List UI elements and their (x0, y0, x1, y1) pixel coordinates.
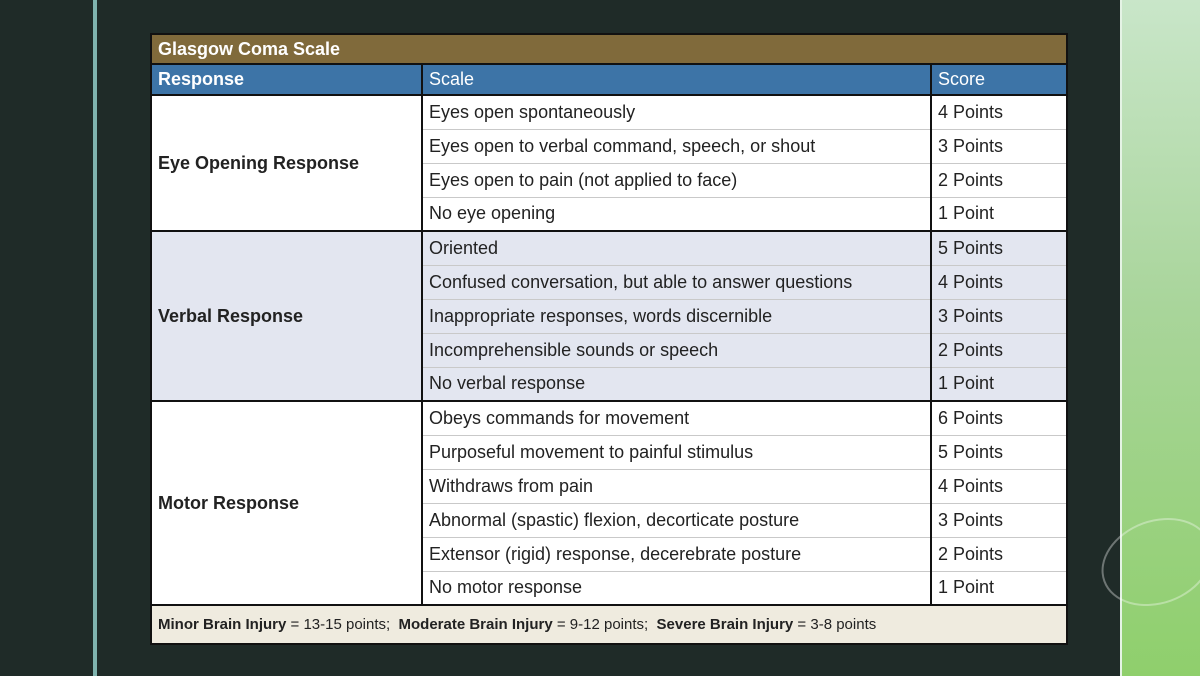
legend-moderate-label: Moderate Brain Injury (398, 616, 553, 633)
scale-cell: Oriented (421, 231, 931, 266)
scale-cell: Incomprehensible sounds or speech (421, 333, 931, 368)
left-accent-line (93, 0, 97, 676)
group-verbal: Verbal Response (151, 231, 422, 402)
group-motor: Motor Response (151, 401, 422, 606)
score-cell: 2 Points (930, 537, 1067, 572)
severity-legend: Minor Brain Injury = 13-15 points; Moder… (151, 605, 1067, 644)
score-cell: 4 Points (930, 469, 1067, 504)
scale-cell: Eyes open spontaneously (421, 95, 931, 130)
legend-moderate-value: = 9-12 points; (552, 616, 657, 633)
score-cell: 5 Points (930, 231, 1067, 266)
score-cell: 3 Points (930, 503, 1067, 538)
legend-minor-value: = 13-15 points; (286, 616, 399, 633)
scale-cell: No motor response (421, 571, 931, 606)
table-row: Verbal Response Oriented 5 Points (151, 231, 1067, 402)
scale-cell: Confused conversation, but able to answe… (421, 265, 931, 300)
scale-cell: Purposeful movement to painful stimulus (421, 435, 931, 470)
scale-cell: No verbal response (421, 367, 931, 402)
group-eye-opening: Eye Opening Response (151, 95, 422, 232)
legend-minor-label: Minor Brain Injury (158, 616, 287, 633)
severity-legend-row: Minor Brain Injury = 13-15 points; Moder… (151, 605, 1067, 644)
legend-severe-label: Severe Brain Injury (656, 616, 794, 633)
table-row: Eye Opening Response Eyes open spontaneo… (151, 95, 1067, 232)
decorative-side-band (1120, 0, 1200, 676)
legend-severe-value: = 3-8 points (793, 616, 877, 633)
table-header-row: Response Scale Score (151, 64, 1067, 96)
scale-cell: No eye opening (421, 197, 931, 232)
header-score: Score (930, 64, 1067, 96)
score-cell: 1 Point (930, 571, 1067, 606)
table-title-row: Glasgow Coma Scale (151, 34, 1067, 65)
score-cell: 2 Points (930, 333, 1067, 368)
score-cell: 3 Points (930, 299, 1067, 334)
score-cell: 5 Points (930, 435, 1067, 470)
scale-cell: Withdraws from pain (421, 469, 931, 504)
score-cell: 2 Points (930, 163, 1067, 198)
scale-cell: Abnormal (spastic) flexion, decorticate … (421, 503, 931, 538)
score-cell: 4 Points (930, 265, 1067, 300)
score-cell: 4 Points (930, 95, 1067, 130)
table-row: Motor Response Obeys commands for moveme… (151, 401, 1067, 606)
score-cell: 3 Points (930, 129, 1067, 164)
table-title: Glasgow Coma Scale (151, 34, 1067, 65)
score-cell: 6 Points (930, 401, 1067, 436)
glasgow-coma-scale-table: Glasgow Coma Scale Response Scale Score … (150, 33, 1068, 645)
scale-cell: Extensor (rigid) response, decerebrate p… (421, 537, 931, 572)
score-cell: 1 Point (930, 367, 1067, 402)
scale-cell: Eyes open to verbal command, speech, or … (421, 129, 931, 164)
header-response: Response (151, 64, 422, 96)
header-scale: Scale (421, 64, 931, 96)
scale-cell: Obeys commands for movement (421, 401, 931, 436)
scale-cell: Inappropriate responses, words discernib… (421, 299, 931, 334)
score-cell: 1 Point (930, 197, 1067, 232)
scale-cell: Eyes open to pain (not applied to face) (421, 163, 931, 198)
